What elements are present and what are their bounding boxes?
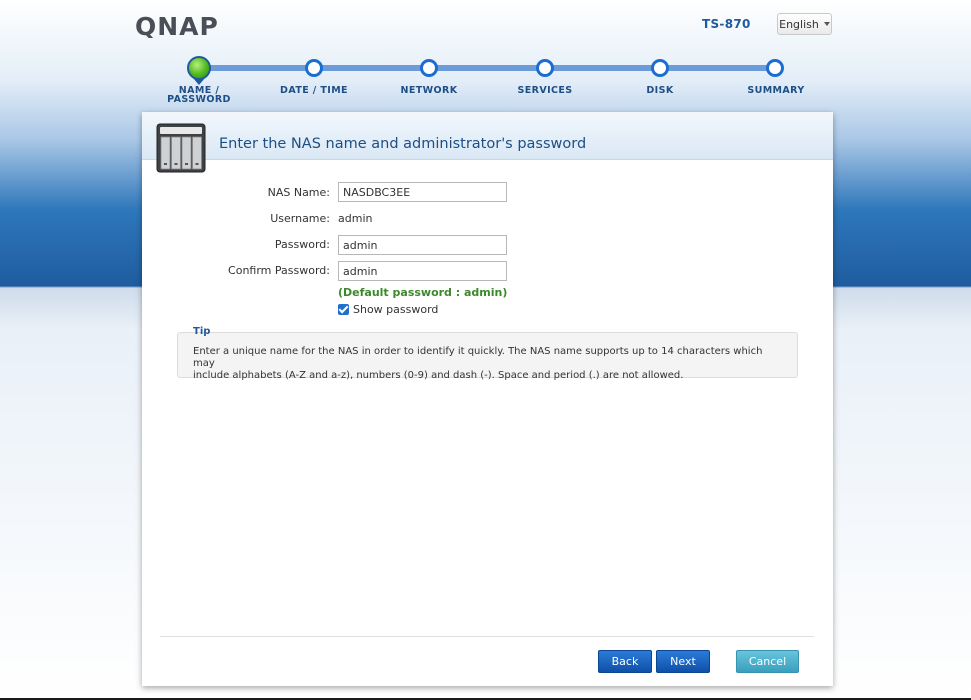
step-dot-disk	[651, 59, 669, 77]
show-password-toggle[interactable]: Show password	[338, 303, 438, 316]
footer-divider	[160, 636, 814, 637]
password-label: Password:	[274, 238, 330, 251]
page-title: Enter the NAS name and administrator's p…	[219, 136, 587, 152]
tip-line-2: include alphabets (A-Z and a-z), numbers…	[193, 370, 684, 381]
tip-box: Enter a unique name for the NAS in order…	[177, 332, 798, 381]
step-dot-services	[536, 59, 554, 77]
step-dot-network	[420, 59, 438, 77]
step-label-date-time: DATE / TIME	[280, 85, 348, 96]
qnap-logo: QNAP	[135, 14, 219, 38]
tip-line-1: Enter a unique name for the NAS in order…	[193, 346, 763, 369]
caret-down-icon	[823, 22, 830, 26]
nas-name-label: NAS Name:	[267, 186, 330, 199]
step-label-disk: DISK	[646, 85, 674, 96]
password-input[interactable]	[338, 235, 507, 255]
username-label: Username:	[270, 212, 330, 225]
tip-title: Tip	[193, 326, 211, 337]
step-label-name-password: NAME / PASSWORD	[167, 85, 231, 105]
show-password-checkbox[interactable]	[338, 304, 349, 315]
step-label-network: NETWORK	[400, 85, 458, 96]
default-password-hint: (Default password : admin)	[338, 286, 508, 299]
cancel-button[interactable]: Cancel	[736, 650, 799, 673]
show-password-label: Show password	[353, 303, 439, 316]
back-button[interactable]: Back	[598, 650, 652, 673]
svg-text:QNAP: QNAP	[135, 14, 219, 38]
step-active-marker-icon	[187, 56, 211, 80]
step-label-services: SERVICES	[517, 85, 573, 96]
wizard-progress-line	[198, 65, 774, 71]
language-dropdown[interactable]: English	[777, 13, 832, 35]
step-label-summary: SUMMARY	[747, 85, 805, 96]
model-name: TS-870	[702, 17, 751, 31]
step-dot-date-time	[305, 59, 323, 77]
step-active-pointer-icon	[193, 78, 205, 85]
confirm-password-input[interactable]	[338, 261, 507, 281]
nas-name-input[interactable]	[338, 182, 507, 202]
confirm-password-label: Confirm Password:	[228, 264, 330, 277]
username-value: admin	[338, 212, 373, 225]
next-button[interactable]: Next	[656, 650, 710, 673]
wizard-panel: Enter the NAS name and administrator's p…	[142, 112, 833, 686]
step-dot-summary	[766, 59, 784, 77]
nas-device-icon	[156, 123, 206, 173]
language-label: English	[779, 17, 819, 31]
